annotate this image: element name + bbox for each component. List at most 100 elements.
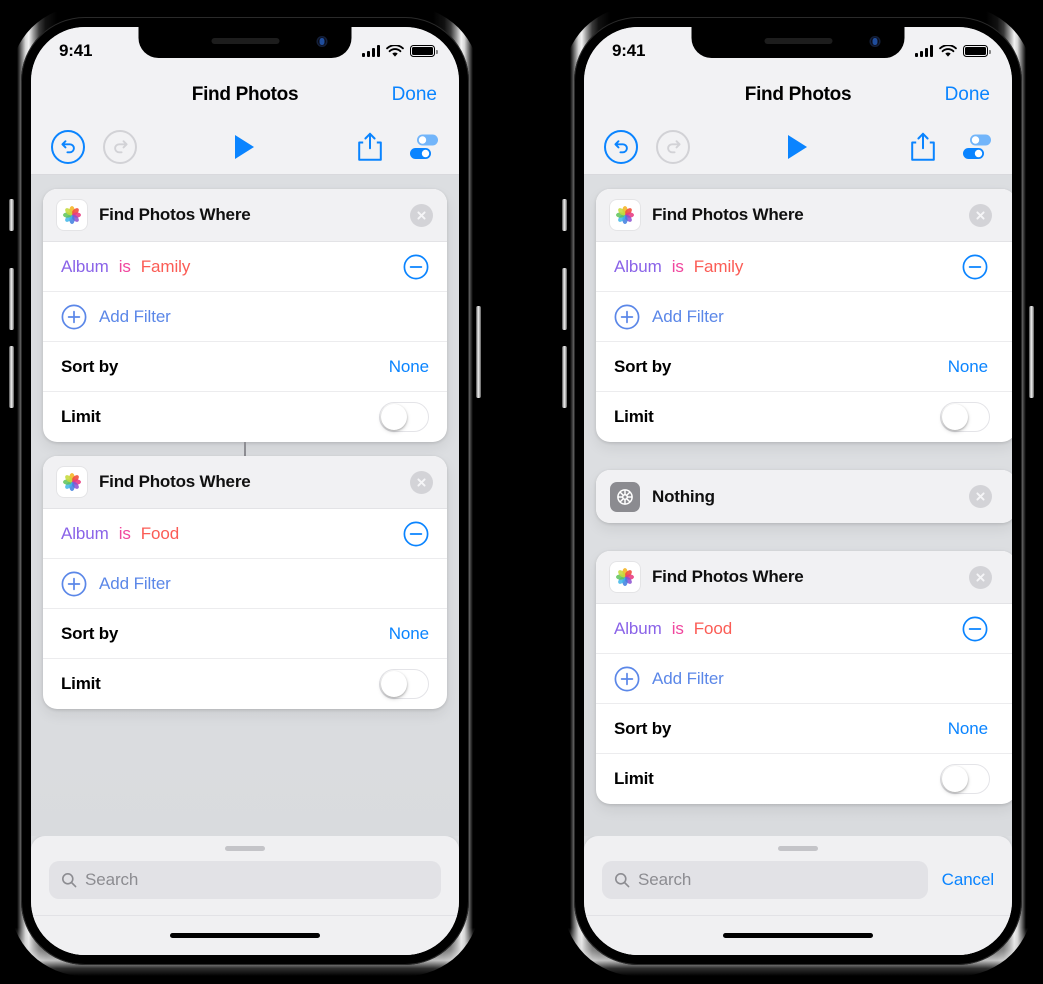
minus-circle-icon[interactable] bbox=[403, 254, 429, 280]
filter-field[interactable]: Album bbox=[61, 257, 109, 276]
home-indicator[interactable] bbox=[723, 933, 873, 938]
wifi-icon bbox=[386, 44, 404, 57]
add-filter-row[interactable]: Add Filter bbox=[596, 292, 1012, 342]
sort-by-row[interactable]: Sort by None bbox=[596, 342, 1012, 392]
card-header[interactable]: Find Photos Where bbox=[43, 456, 447, 509]
minus-circle-icon[interactable] bbox=[403, 521, 429, 547]
action-card-nothing[interactable]: Nothing bbox=[596, 470, 1012, 523]
action-card[interactable]: Find Photos Where Album is Family Add Fi… bbox=[596, 189, 1012, 442]
sort-by-value[interactable]: None bbox=[948, 719, 988, 739]
cancel-button[interactable]: Cancel bbox=[942, 870, 994, 890]
redo-icon bbox=[656, 129, 690, 164]
filter-value[interactable]: Food bbox=[694, 619, 732, 638]
filter-operator[interactable]: is bbox=[672, 257, 684, 276]
limit-row[interactable]: Limit bbox=[596, 392, 1012, 442]
search-input[interactable]: Search bbox=[49, 861, 441, 899]
undo-icon[interactable] bbox=[604, 129, 638, 164]
silent-switch-button[interactable] bbox=[9, 199, 14, 231]
action-card[interactable]: Find Photos Where Album is Family Add Fi… bbox=[43, 189, 447, 442]
filter-row[interactable]: Album is Food bbox=[596, 604, 1012, 654]
limit-row[interactable]: Limit bbox=[43, 392, 447, 442]
close-circle-icon[interactable] bbox=[410, 203, 433, 227]
shortcut-settings-toggles-icon[interactable] bbox=[409, 133, 439, 161]
card-header[interactable]: Find Photos Where bbox=[596, 551, 1012, 604]
share-icon[interactable] bbox=[910, 132, 936, 162]
action-card[interactable]: Find Photos Where Album is Food Add Filt… bbox=[43, 456, 447, 709]
sort-by-row[interactable]: Sort by None bbox=[43, 609, 447, 659]
filter-row[interactable]: Album is Food bbox=[43, 509, 447, 559]
filter-operator[interactable]: is bbox=[119, 257, 131, 276]
filter-value[interactable]: Food bbox=[141, 524, 179, 543]
volume-up-button[interactable] bbox=[562, 268, 567, 330]
card-header[interactable]: Nothing bbox=[596, 470, 1012, 523]
shortcut-canvas-right[interactable]: Find Photos Where Album is Family Add Fi… bbox=[584, 175, 1012, 836]
close-circle-icon[interactable] bbox=[969, 485, 992, 508]
iphone-device-right: 9:41 Find Photos Done Find Photos Where … bbox=[562, 6, 1034, 976]
search-sheet: Search Cancel bbox=[584, 836, 1012, 955]
add-filter-label[interactable]: Add Filter bbox=[99, 574, 171, 594]
card-header[interactable]: Find Photos Where bbox=[43, 189, 447, 242]
close-circle-icon[interactable] bbox=[410, 470, 433, 494]
plus-circle-icon[interactable] bbox=[61, 304, 87, 330]
limit-toggle[interactable] bbox=[940, 402, 990, 432]
search-input[interactable]: Search bbox=[602, 861, 928, 899]
filter-field[interactable]: Album bbox=[614, 257, 662, 276]
done-button[interactable]: Done bbox=[392, 84, 437, 106]
filter-operator[interactable]: is bbox=[672, 619, 684, 638]
share-icon[interactable] bbox=[357, 132, 383, 162]
shortcut-canvas-left[interactable]: Find Photos Where Album is Family Add Fi… bbox=[31, 175, 459, 836]
add-filter-label[interactable]: Add Filter bbox=[652, 307, 724, 327]
sort-by-label: Sort by bbox=[61, 623, 119, 643]
sort-by-value[interactable]: None bbox=[389, 357, 429, 377]
close-circle-icon[interactable] bbox=[969, 203, 992, 227]
action-card[interactable]: Find Photos Where Album is Food Add Filt… bbox=[596, 551, 1012, 804]
sort-by-row[interactable]: Sort by None bbox=[596, 704, 1012, 754]
add-filter-row[interactable]: Add Filter bbox=[596, 654, 1012, 704]
close-circle-icon[interactable] bbox=[969, 565, 992, 589]
done-button[interactable]: Done bbox=[945, 84, 990, 106]
power-button[interactable] bbox=[476, 306, 481, 398]
sheet-grabber[interactable] bbox=[225, 846, 265, 851]
sheet-grabber[interactable] bbox=[778, 846, 818, 851]
add-filter-label[interactable]: Add Filter bbox=[99, 307, 171, 327]
undo-icon[interactable] bbox=[51, 129, 85, 164]
sort-by-row[interactable]: Sort by None bbox=[43, 342, 447, 392]
plus-circle-icon[interactable] bbox=[61, 571, 87, 597]
play-icon[interactable] bbox=[233, 133, 257, 161]
card-header[interactable]: Find Photos Where bbox=[596, 189, 1012, 242]
limit-toggle[interactable] bbox=[940, 764, 990, 794]
add-filter-row[interactable]: Add Filter bbox=[43, 292, 447, 342]
limit-toggle[interactable] bbox=[379, 402, 429, 432]
home-indicator-area bbox=[31, 915, 459, 955]
filter-value[interactable]: Family bbox=[694, 257, 744, 276]
add-filter-label[interactable]: Add Filter bbox=[652, 669, 724, 689]
volume-down-button[interactable] bbox=[9, 346, 14, 408]
filter-row[interactable]: Album is Family bbox=[43, 242, 447, 292]
sort-by-value[interactable]: None bbox=[389, 624, 429, 644]
card-connector bbox=[244, 442, 246, 456]
home-indicator[interactable] bbox=[170, 933, 320, 938]
front-camera-icon bbox=[869, 36, 881, 47]
limit-toggle[interactable] bbox=[379, 669, 429, 699]
shortcut-settings-toggles-icon[interactable] bbox=[962, 133, 992, 161]
filter-field[interactable]: Album bbox=[614, 619, 662, 638]
plus-circle-icon[interactable] bbox=[614, 666, 640, 692]
sort-by-value[interactable]: None bbox=[948, 357, 988, 377]
silent-switch-button[interactable] bbox=[562, 199, 567, 231]
minus-circle-icon[interactable] bbox=[962, 616, 988, 642]
add-filter-row[interactable]: Add Filter bbox=[43, 559, 447, 609]
search-placeholder: Search bbox=[638, 870, 692, 889]
filter-operator[interactable]: is bbox=[119, 524, 131, 543]
power-button[interactable] bbox=[1029, 306, 1034, 398]
filter-field[interactable]: Album bbox=[61, 524, 109, 543]
limit-label: Limit bbox=[614, 769, 654, 788]
limit-row[interactable]: Limit bbox=[596, 754, 1012, 804]
plus-circle-icon[interactable] bbox=[614, 304, 640, 330]
volume-down-button[interactable] bbox=[562, 346, 567, 408]
limit-row[interactable]: Limit bbox=[43, 659, 447, 709]
filter-row[interactable]: Album is Family bbox=[596, 242, 1012, 292]
filter-value[interactable]: Family bbox=[141, 257, 191, 276]
minus-circle-icon[interactable] bbox=[962, 254, 988, 280]
volume-up-button[interactable] bbox=[9, 268, 14, 330]
play-icon[interactable] bbox=[786, 133, 810, 161]
